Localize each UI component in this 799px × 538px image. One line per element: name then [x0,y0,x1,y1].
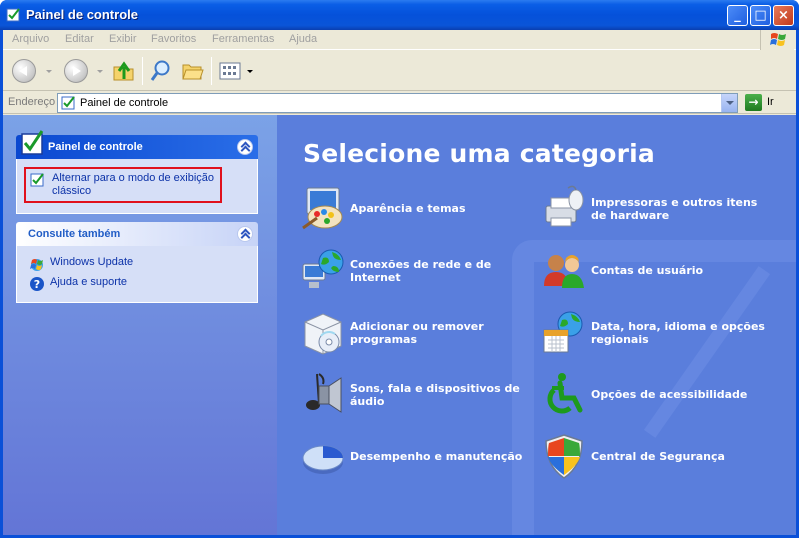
see-also-header[interactable]: Consulte também [16,222,258,246]
performance-maintenance-icon [302,445,344,474]
security-center-icon [545,434,583,479]
category-label: Contas de usuário [591,264,704,277]
category-security-center[interactable]: Central de Segurança [540,432,770,480]
category-label: Opções de acessibilidade [591,388,748,401]
menu-exibir[interactable]: Exibir [109,33,137,45]
help-support-link[interactable]: ? Ajuda e suporte [28,276,246,294]
back-dropdown-icon[interactable] [46,70,52,73]
windows-logo [760,30,794,50]
see-also-box: Consulte também Windows Update ? Ajuda e… [16,222,258,303]
category-label: Central de Segurança [591,450,725,463]
go-label[interactable]: Ir [767,96,774,108]
category-date-time-regional[interactable]: Data, hora, idioma e opções regionais [540,308,770,356]
category-appearance-themes[interactable]: Aparência e temas [299,184,529,232]
category-view: Selecione uma categoria Aparência e tema… [277,115,796,535]
page-heading: Selecione uma categoria [303,139,655,168]
category-label: Impressoras e outros itens de hardware [591,196,758,222]
control-panel-task-body: Alternar para o modo de exibição clássic… [16,159,258,214]
menu-ferramentas[interactable]: Ferramentas [212,33,274,45]
control-panel-icon [21,130,44,155]
title-bar[interactable]: Painel de controle _ □ × [0,0,799,30]
control-panel-icon [61,96,75,110]
address-bar: Endereço Painel de controle → Ir [3,92,796,114]
category-performance-maintenance[interactable]: Desempenho e manutenção [299,432,529,480]
network-connections-icon [302,249,344,288]
address-value: Painel de controle [80,97,169,109]
task-panel-title: Painel de controle [48,141,143,153]
category-label: Adicionar ou remover programas [350,320,484,346]
category-label: Desempenho e manutenção [350,450,523,463]
accessibility-icon [547,373,583,414]
date-time-regional-icon [543,311,583,353]
category-printers-hardware[interactable]: Impressoras e outros itens de hardware [540,184,770,232]
back-button[interactable] [12,59,36,83]
category-label: Data, hora, idioma e opções regionais [591,320,765,346]
maximize-button[interactable]: □ [750,5,771,26]
category-label: Sons, fala e dispositivos de áudio [350,382,520,408]
windows-flag-icon [770,33,786,46]
go-button[interactable]: → [745,94,762,111]
svg-text:?: ? [34,278,40,291]
views-dropdown-icon[interactable] [247,70,253,73]
menu-bar: Arquivo Editar Exibir Favoritos Ferramen… [3,30,796,50]
control-panel-task-header[interactable]: Painel de controle [16,130,258,159]
category-sounds-audio[interactable]: Sons, fala e dispositivos de áudio [299,370,529,418]
views-icon[interactable] [218,59,242,83]
windows-update-link[interactable]: Windows Update [28,256,246,274]
address-field[interactable]: Painel de controle [57,93,738,113]
window-title: Painel de controle [26,7,138,22]
switch-classic-view-label: Alternar para o modo de exibição clássic… [52,172,215,197]
see-also-body: Windows Update ? Ajuda e suporte [16,246,258,303]
window: Painel de controle _ □ × Arquivo Editar … [0,0,799,538]
control-panel-icon [6,8,20,22]
menu-editar[interactable]: Editar [65,33,94,45]
task-pane: Painel de controle Alternar para o modo … [3,115,277,535]
collapse-chevron-icon[interactable] [237,139,253,155]
menu-favoritos[interactable]: Favoritos [151,33,196,45]
windows-update-label: Windows Update [50,256,134,268]
category-network-internet[interactable]: Conexões de rede e de Internet [299,246,529,294]
help-icon: ? [30,277,44,291]
menu-arquivo[interactable]: Arquivo [12,33,49,45]
folders-icon[interactable] [181,59,205,83]
forward-button[interactable] [64,59,88,83]
add-remove-programs-icon [304,313,342,355]
search-icon[interactable] [149,59,173,83]
toolbar [3,51,796,91]
collapse-chevron-icon[interactable] [237,226,253,242]
help-support-label: Ajuda e suporte [50,276,128,288]
minimize-button[interactable]: _ [727,5,748,26]
forward-dropdown-icon[interactable] [97,70,103,73]
windows-update-icon [30,259,43,271]
address-dropdown-button[interactable] [721,94,737,112]
see-also-title: Consulte também [28,228,121,240]
up-folder-icon[interactable] [112,59,136,83]
user-accounts-icon [544,255,584,288]
category-accessibility[interactable]: Opções de acessibilidade [540,370,770,418]
category-user-accounts[interactable]: Contas de usuário [540,246,770,294]
category-label: Conexões de rede e de Internet [350,258,492,284]
window-client: Arquivo Editar Exibir Favoritos Ferramen… [3,30,796,535]
switch-classic-view-link[interactable]: Alternar para o modo de exibição clássic… [24,167,222,203]
close-button[interactable]: × [773,5,794,26]
printer-hardware-icon [545,185,584,227]
menu-ajuda[interactable]: Ajuda [289,33,317,45]
control-panel-task-box: Painel de controle Alternar para o modo … [16,130,258,214]
appearance-themes-icon [302,187,343,230]
category-add-remove-programs[interactable]: Adicionar ou remover programas [299,308,529,356]
address-label: Endereço [8,96,56,108]
category-label: Aparência e temas [350,202,466,215]
control-panel-icon [30,173,44,187]
sounds-audio-icon [306,373,342,413]
